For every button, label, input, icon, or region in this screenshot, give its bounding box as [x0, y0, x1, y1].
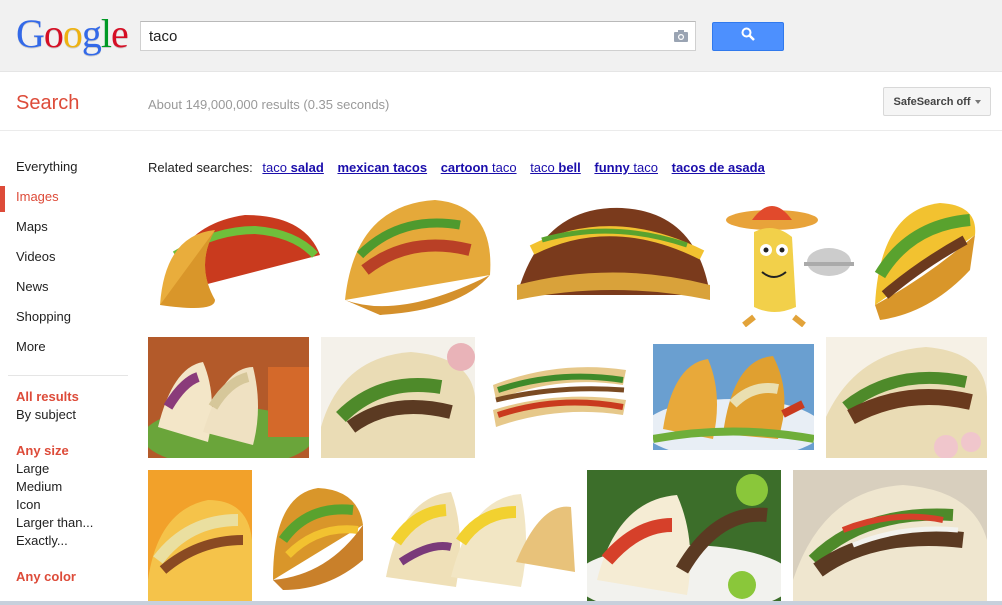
image-result[interactable]: [340, 195, 498, 323]
image-result[interactable]: [148, 470, 252, 601]
taco-image: [268, 480, 366, 591]
filter-any-size[interactable]: Any size: [16, 442, 135, 460]
sidebar-item-more[interactable]: More: [0, 330, 135, 360]
taco-image: [488, 345, 630, 435]
image-result[interactable]: [321, 337, 475, 458]
image-result[interactable]: [268, 480, 366, 591]
filter-medium[interactable]: Medium: [16, 478, 135, 496]
sidebar-item-everything[interactable]: Everything: [0, 150, 135, 180]
image-result[interactable]: [587, 470, 781, 601]
results-subheader: Search About 149,000,000 results (0.35 s…: [0, 73, 1002, 131]
logo-letter: G: [16, 11, 45, 56]
logo-letter: o: [62, 11, 83, 56]
related-link-bold: funny: [594, 160, 630, 175]
taco-image: [381, 482, 575, 592]
results-count: About 149,000,000 results (0.35 seconds): [148, 97, 390, 112]
filter-by-subject[interactable]: By subject: [16, 406, 135, 424]
safesearch-label: SafeSearch off: [893, 95, 971, 108]
related-link-bold: salad: [290, 160, 324, 175]
filter-any-color[interactable]: Any color: [16, 568, 135, 586]
related-label: Related searches:: [148, 160, 253, 175]
taco-image: [826, 337, 987, 458]
related-link-text: taco: [262, 160, 291, 175]
related-link[interactable]: taco bell: [530, 160, 581, 175]
image-result[interactable]: [512, 200, 714, 308]
related-link-bold: bell: [558, 160, 581, 175]
image-result[interactable]: [724, 192, 854, 327]
window-bottom-edge: [0, 601, 1002, 605]
sidebar-item-videos[interactable]: Videos: [0, 240, 135, 270]
taco-image: [870, 195, 982, 325]
taco-image: [148, 337, 309, 458]
taco-image: [512, 200, 714, 308]
taco-image: [653, 344, 814, 450]
image-result[interactable]: [488, 345, 630, 435]
search-input[interactable]: [141, 22, 661, 50]
related-link[interactable]: funny taco: [594, 160, 658, 175]
google-logo[interactable]: Google: [16, 11, 129, 56]
image-result[interactable]: [653, 344, 814, 450]
image-result[interactable]: [155, 195, 323, 320]
related-link-bold: mexican tacos: [337, 160, 428, 175]
related-link-text: taco: [629, 160, 658, 175]
image-result[interactable]: [826, 337, 987, 458]
size-filter-group: Any size Large Medium Icon Larger than..…: [0, 442, 135, 550]
color-filter-group: Any color: [0, 568, 135, 586]
sidebar-item-images[interactable]: Images: [0, 180, 135, 212]
search-box: [140, 21, 696, 51]
filter-icon[interactable]: Icon: [16, 496, 135, 514]
filter-larger-than[interactable]: Larger than...: [16, 514, 135, 532]
logo-letter: e: [111, 11, 129, 56]
header-bar: Google: [0, 0, 1002, 72]
image-result[interactable]: [381, 482, 575, 592]
related-link-text: taco: [488, 160, 517, 175]
nav-divider: [8, 375, 128, 376]
safesearch-button[interactable]: SafeSearch off: [883, 87, 991, 116]
left-nav: Everything Images Maps Videos News Shopp…: [0, 150, 135, 604]
image-result[interactable]: [148, 337, 309, 458]
image-result[interactable]: [870, 195, 982, 325]
chevron-down-icon: [974, 99, 981, 104]
results-filter-group: All results By subject: [0, 388, 135, 424]
filter-all-results[interactable]: All results: [16, 388, 135, 406]
filter-exactly[interactable]: Exactly...: [16, 532, 135, 550]
camera-icon[interactable]: [673, 29, 689, 43]
sidebar-item-maps[interactable]: Maps: [0, 210, 135, 240]
taco-image: [148, 470, 252, 601]
taco-image: [340, 195, 498, 323]
logo-letter: l: [100, 11, 112, 56]
related-searches: Related searches: taco salad mexican tac…: [148, 160, 769, 175]
filter-large[interactable]: Large: [16, 460, 135, 478]
taco-image: [321, 337, 475, 458]
sidebar-item-news[interactable]: News: [0, 270, 135, 300]
related-link[interactable]: tacos de asada: [672, 160, 765, 175]
cartoon-taco-image: [724, 192, 854, 327]
taco-image: [793, 470, 987, 601]
logo-letter: o: [43, 11, 64, 56]
image-result[interactable]: [793, 470, 987, 601]
related-link[interactable]: mexican tacos: [337, 160, 427, 175]
related-link-text: taco: [530, 160, 559, 175]
search-button[interactable]: [712, 22, 784, 51]
related-link[interactable]: cartoon taco: [441, 160, 517, 175]
related-link-bold: cartoon: [440, 160, 489, 175]
taco-image: [155, 195, 323, 320]
sidebar-item-shopping[interactable]: Shopping: [0, 300, 135, 330]
magnifier-icon: [741, 27, 755, 46]
logo-letter: g: [81, 11, 102, 56]
related-link-bold: tacos de asada: [671, 160, 765, 175]
search-title: Search: [16, 92, 80, 114]
related-link[interactable]: taco salad: [262, 160, 323, 175]
taco-image: [587, 470, 781, 601]
